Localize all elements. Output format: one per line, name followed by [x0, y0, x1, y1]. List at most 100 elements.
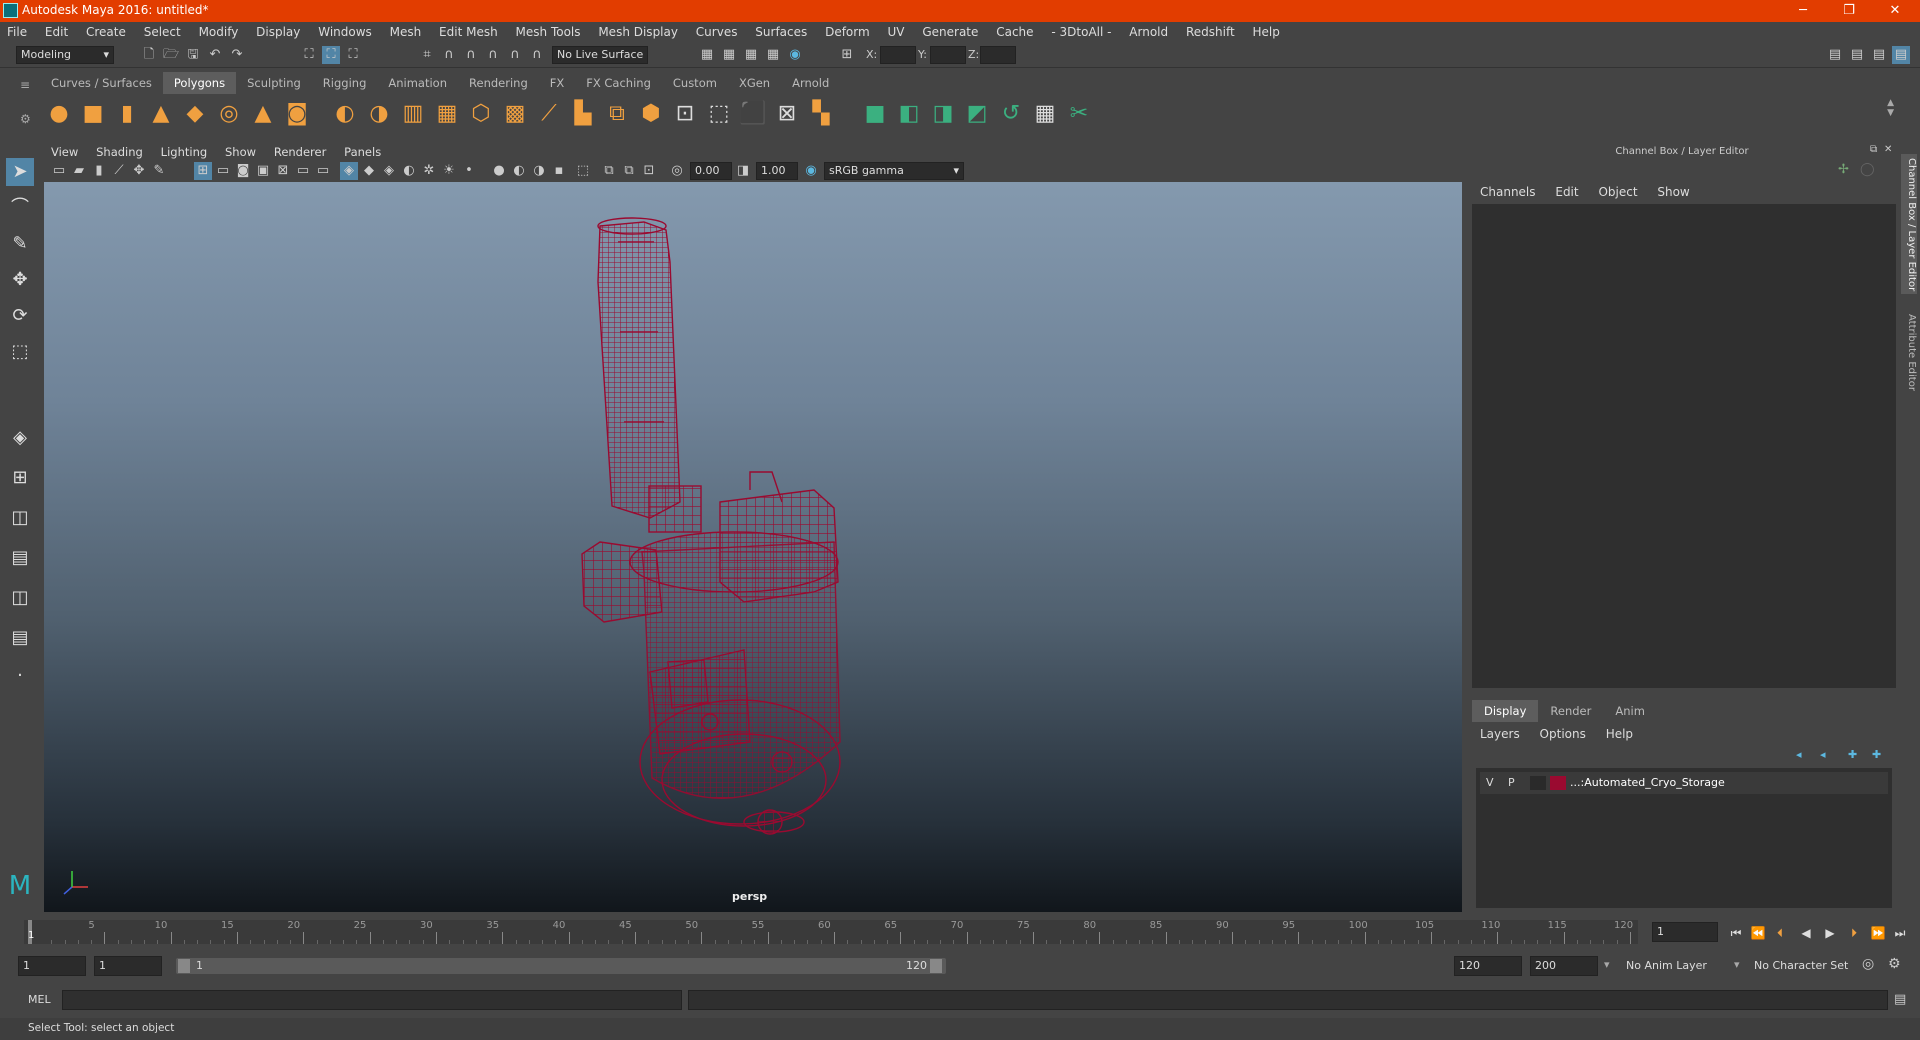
multi-cut-icon[interactable]: ⊡	[670, 99, 700, 129]
menu-windows[interactable]: Windows	[311, 22, 379, 42]
paint-select-icon[interactable]: ✎	[6, 230, 34, 258]
menu-select[interactable]: Select	[137, 22, 188, 42]
xray-joints-icon[interactable]: ⧉	[600, 162, 618, 180]
go-to-end-icon[interactable]: ⏭	[1890, 924, 1910, 942]
antialiasing-icon[interactable]: ◐	[510, 162, 528, 180]
tab-channel-box[interactable]: Channel Box / Layer Editor	[1901, 154, 1917, 294]
shadows-icon[interactable]: ☀	[440, 162, 458, 180]
connect-icon[interactable]: ⬛	[738, 99, 768, 129]
minimize-button[interactable]: ─	[1786, 1, 1820, 21]
menu-create[interactable]: Create	[79, 22, 133, 42]
cb-edit-menu[interactable]: Edit	[1547, 182, 1586, 202]
shelf-tab-arnold[interactable]: Arnold	[781, 72, 841, 94]
uv-cut-icon[interactable]: ✂	[1064, 99, 1094, 129]
menu-modify[interactable]: Modify	[192, 22, 246, 42]
open-scene-icon[interactable]: 🗁	[162, 46, 180, 64]
menu-mesh[interactable]: Mesh	[383, 22, 429, 42]
shelf-tab-curves-surfaces[interactable]: Curves / Surfaces	[40, 72, 163, 94]
auto-key-icon[interactable]: ◎	[1862, 956, 1874, 972]
shelf-scroll-icon[interactable]: ▲ ▼	[1887, 98, 1894, 118]
shelf-tab-rendering[interactable]: Rendering	[458, 72, 539, 94]
shelf-menu-icon[interactable]: ≡	[20, 78, 30, 92]
channel-box-lock-icon[interactable]: ◯	[1860, 162, 1875, 177]
four-view-layout-icon[interactable]: ⊞	[6, 464, 34, 492]
end-time-field[interactable]: 200	[1530, 956, 1598, 976]
shelf-tab-rigging[interactable]: Rigging	[311, 72, 378, 94]
step-forward-key-icon[interactable]: ⏵	[1844, 924, 1864, 942]
lasso-tool-icon[interactable]: ⌒	[6, 194, 34, 222]
close-button[interactable]: ✕	[1878, 1, 1912, 21]
go-to-start-icon[interactable]: ⏮	[1726, 924, 1746, 942]
menu-cache[interactable]: Cache	[989, 22, 1040, 42]
bookmark-icon[interactable]: ▮	[90, 162, 108, 180]
menu-generate[interactable]: Generate	[915, 22, 985, 42]
gamma-field[interactable]: 1.00	[756, 162, 798, 180]
poly-sphere-icon[interactable]: ●	[44, 99, 74, 129]
channel-box-icon[interactable]: ▤	[1892, 46, 1910, 64]
shelf-tab-animation[interactable]: Animation	[377, 72, 459, 94]
shelf-tab-xgen[interactable]: XGen	[727, 72, 782, 94]
outliner-layout-icon[interactable]: ▤	[6, 544, 34, 572]
chevron-down-icon[interactable]: ▾	[1604, 958, 1610, 971]
isolate-select-icon[interactable]: ▪	[550, 162, 568, 180]
menu-3dtoall[interactable]: - 3DtoAll -	[1044, 22, 1118, 42]
step-forward-icon[interactable]: ⏩	[1868, 924, 1888, 942]
xray-icon[interactable]: ⬚	[574, 162, 592, 180]
menu-edit-mesh[interactable]: Edit Mesh	[432, 22, 505, 42]
shelf-tab-custom[interactable]: Custom	[661, 72, 728, 94]
start-time-field[interactable]: 1	[18, 956, 86, 976]
channels-menu[interactable]: Channels	[1472, 182, 1544, 202]
menu-surfaces[interactable]: Surfaces	[748, 22, 814, 42]
gate-mask-icon[interactable]: ▣	[254, 162, 272, 180]
uv-cylindrical-icon[interactable]: ◧	[894, 99, 924, 129]
uv-unfold-icon[interactable]: ↺	[996, 99, 1026, 129]
command-language-label[interactable]: MEL	[28, 993, 51, 1006]
menu-uv[interactable]: UV	[881, 22, 912, 42]
poly-cone-icon[interactable]: ▲	[146, 99, 176, 129]
channel-box-options-icon[interactable]: ✢	[1838, 162, 1849, 177]
layer-name[interactable]: ...:Automated_Cryo_Storage	[1570, 776, 1725, 789]
command-input[interactable]	[62, 990, 682, 1010]
new-scene-icon[interactable]: 🗋	[140, 46, 158, 64]
field-chart-icon[interactable]: ⊠	[274, 162, 292, 180]
poly-cube-icon[interactable]: ■	[78, 99, 108, 129]
image-plane-icon[interactable]: ⟋	[110, 162, 128, 180]
scale-tool-icon[interactable]: ⬚	[6, 338, 34, 366]
layer-type-toggle[interactable]	[1530, 776, 1546, 790]
menu-deform[interactable]: Deform	[818, 22, 877, 42]
uv-spherical-icon[interactable]: ◨	[928, 99, 958, 129]
hypershade-layout-icon[interactable]: ▤	[6, 624, 34, 652]
cb-object-menu[interactable]: Object	[1590, 182, 1645, 202]
slide-edge-icon[interactable]: ▚	[806, 99, 836, 129]
target-weld-icon[interactable]: ⬚	[704, 99, 734, 129]
poly-torus-icon[interactable]: ◎	[214, 99, 244, 129]
shelf-tab-sculpting[interactable]: Sculpting	[236, 72, 312, 94]
playback-end-field[interactable]: 120	[1454, 956, 1522, 976]
hud-icon[interactable]: ⊡	[640, 162, 658, 180]
close-panel-icon[interactable]: ✕	[1884, 144, 1892, 155]
combine-icon[interactable]: ◐	[330, 99, 360, 129]
two-side-layout-icon[interactable]: ◫	[6, 504, 34, 532]
viewport-menu-show[interactable]: Show	[218, 144, 263, 160]
uv-automatic-icon[interactable]: ◩	[962, 99, 992, 129]
viewport-menu-renderer[interactable]: Renderer	[267, 144, 334, 160]
snap-point-icon[interactable]: ∩	[462, 46, 480, 64]
append-icon[interactable]: ⧉	[602, 99, 632, 129]
smooth-shade-icon[interactable]: ◆	[360, 162, 378, 180]
boolean-icon[interactable]: ▦	[432, 99, 462, 129]
ipr-render-icon[interactable]: ▦	[742, 46, 760, 64]
film-gate-icon[interactable]: ▭	[214, 162, 232, 180]
make-live-icon[interactable]: ∩	[528, 46, 546, 64]
range-end-handle[interactable]	[930, 959, 942, 973]
float-panel-icon[interactable]: ⧉	[1870, 144, 1877, 155]
render-view-icon[interactable]: ▦	[698, 46, 716, 64]
play-backwards-icon[interactable]: ◀	[1796, 924, 1816, 942]
poly-pyramid-icon[interactable]: ▲	[248, 99, 278, 129]
uv-planar-icon[interactable]: ■	[860, 99, 890, 129]
uv-checker-icon[interactable]: ▦	[1030, 99, 1060, 129]
undo-icon[interactable]: ↶	[206, 46, 224, 64]
layer-playback-toggle[interactable]: P	[1508, 776, 1515, 789]
snap-curve-icon[interactable]: ∩	[440, 46, 458, 64]
layers-menu[interactable]: Layers	[1472, 724, 1528, 744]
resolution-gate-icon[interactable]: ◙	[234, 162, 252, 180]
